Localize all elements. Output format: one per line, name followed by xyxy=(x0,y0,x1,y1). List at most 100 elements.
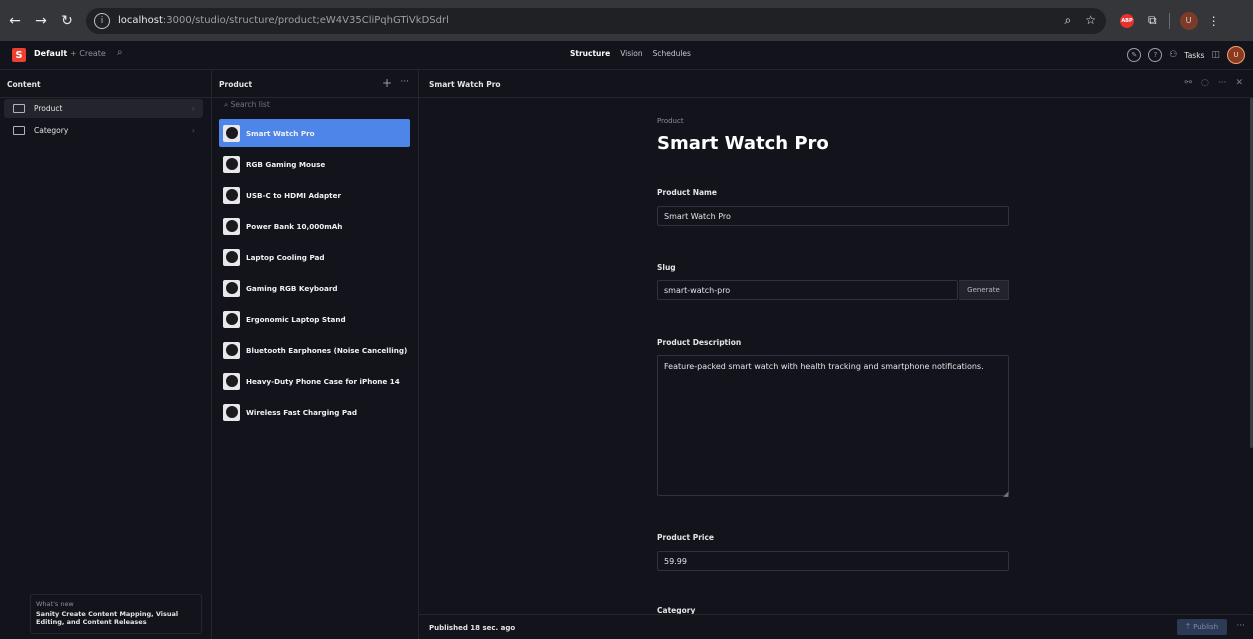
list-item[interactable]: Smart Watch Pro xyxy=(219,119,410,147)
product-thumbnail-image xyxy=(225,406,238,418)
chevron-right-icon: › xyxy=(191,126,195,135)
workspace-name[interactable]: Default xyxy=(34,49,67,58)
slug-label: Slug xyxy=(657,263,676,272)
content-pane-title: Content xyxy=(7,80,41,89)
list-item[interactable]: USB-C to HDMI Adapter xyxy=(219,181,410,209)
product-description-textarea[interactable]: Feature-packed smart watch with health t… xyxy=(657,355,1009,496)
tab-vision[interactable]: Vision xyxy=(620,49,642,58)
product-thumbnail xyxy=(223,186,240,204)
users-icon[interactable]: ⚇ xyxy=(1169,50,1177,60)
list-item-label: USB-C to HDMI Adapter xyxy=(246,190,341,200)
content-item-label: Category xyxy=(34,126,69,135)
list-item[interactable]: Laptop Cooling Pad xyxy=(219,243,410,271)
document-pane-header: Smart Watch Pro ⚯ ◌ ··· ✕ xyxy=(419,70,1253,98)
product-price-label: Product Price xyxy=(657,533,714,542)
document-pane: Smart Watch Pro ⚯ ◌ ··· ✕ Product Smart … xyxy=(419,70,1253,639)
url-path: :3000/studio/structure/product;eW4V35Cli… xyxy=(162,15,449,26)
product-thumbnail-image xyxy=(225,282,238,294)
document-menu-icon[interactable]: ··· xyxy=(1218,78,1227,88)
list-item-label: Bluetooth Earphones (Noise Cancelling) xyxy=(246,345,408,355)
product-thumbnail-image xyxy=(225,158,238,170)
content-item-category[interactable]: Category › xyxy=(4,121,203,140)
list-item-label: Power Bank 10,000mAh xyxy=(246,221,343,231)
list-item[interactable]: Bluetooth Earphones (Noise Cancelling) xyxy=(219,336,410,364)
product-price-input[interactable]: 59.99 xyxy=(657,551,1009,571)
list-item[interactable]: Heavy-Duty Phone Case for iPhone 14 xyxy=(219,367,410,395)
product-thumbnail xyxy=(223,279,240,297)
create-button[interactable]: + Create xyxy=(70,49,106,58)
user-avatar[interactable]: U xyxy=(1227,46,1245,64)
folder-icon xyxy=(13,104,25,113)
tasks-button[interactable]: Tasks xyxy=(1184,51,1204,60)
adblock-extension-icon[interactable]: ABP xyxy=(1120,13,1134,28)
product-list-pane: Product + ··· ⌕ Search list Smart Watch … xyxy=(212,70,419,639)
sanity-logo[interactable]: S xyxy=(12,48,26,62)
product-description-label: Product Description xyxy=(657,338,742,347)
browser-menu-icon[interactable]: ⋮ xyxy=(1208,14,1220,28)
product-thumbnail-image xyxy=(225,251,238,263)
search-list-placeholder: Search list xyxy=(230,100,270,109)
content-item-label: Product xyxy=(34,104,63,113)
document-header-title: Smart Watch Pro xyxy=(429,80,501,89)
publish-button[interactable]: ⍑ Publish xyxy=(1177,619,1227,635)
whats-new-card[interactable]: What's new Sanity Create Content Mapping… xyxy=(30,594,202,634)
product-name-input[interactable]: Smart Watch Pro xyxy=(657,206,1009,226)
list-item-label: Heavy-Duty Phone Case for iPhone 14 xyxy=(246,376,400,386)
browser-profile-avatar[interactable]: U xyxy=(1179,11,1198,30)
publish-status: Published 18 sec. ago xyxy=(429,624,516,632)
reload-icon[interactable]: ↻ xyxy=(56,10,78,32)
product-thumbnail xyxy=(223,372,240,390)
product-thumbnail xyxy=(223,341,240,359)
whats-new-text: Sanity Create Content Mapping, Visual Ed… xyxy=(36,610,179,626)
add-document-icon[interactable]: + xyxy=(382,76,392,90)
footer-menu-icon[interactable]: ··· xyxy=(1236,621,1245,631)
list-item-label: RGB Gaming Mouse xyxy=(246,159,326,169)
product-name-label: Product Name xyxy=(657,188,717,197)
publish-icon: ⍑ xyxy=(1185,622,1191,631)
close-icon[interactable]: ✕ xyxy=(1235,78,1243,88)
list-item-label: Ergonomic Laptop Stand xyxy=(246,314,346,324)
content-item-product[interactable]: Product › xyxy=(4,99,203,118)
list-item-label: Laptop Cooling Pad xyxy=(246,252,325,262)
toolbar-divider xyxy=(1168,12,1170,29)
search-list-input[interactable]: ⌕ Search list xyxy=(224,100,270,110)
site-info-icon[interactable]: i xyxy=(94,12,110,29)
browser-toolbar: ← → ↻ i localhost:3000/studio/structure/… xyxy=(0,0,1253,41)
generate-slug-button[interactable]: Generate xyxy=(959,280,1009,300)
forward-icon[interactable]: → xyxy=(30,10,52,32)
zoom-icon[interactable]: ⌕ xyxy=(1065,13,1072,28)
list-item-label: Smart Watch Pro xyxy=(246,128,315,138)
presence-icon[interactable]: ✎ xyxy=(1127,48,1142,62)
product-thumbnail-image xyxy=(225,344,238,356)
product-thumbnail xyxy=(223,403,240,421)
resize-handle-icon[interactable]: ◢ xyxy=(1003,490,1008,498)
tasks-panel-icon[interactable]: ◫ xyxy=(1211,50,1220,60)
publish-label: Publish xyxy=(1193,623,1219,631)
list-menu-icon[interactable]: ··· xyxy=(400,77,409,87)
extensions-puzzle-icon[interactable]: ⧉ xyxy=(1148,13,1157,28)
link-icon[interactable]: ⚯ xyxy=(1184,78,1192,88)
list-item[interactable]: Ergonomic Laptop Stand xyxy=(219,305,410,333)
list-item[interactable]: RGB Gaming Mouse xyxy=(219,150,410,178)
help-icon[interactable]: ? xyxy=(1148,48,1163,62)
product-thumbnail xyxy=(223,124,240,142)
address-bar[interactable]: i localhost:3000/studio/structure/produc… xyxy=(86,7,1106,34)
slug-input[interactable]: smart-watch-pro xyxy=(657,280,958,300)
tab-structure[interactable]: Structure xyxy=(570,49,610,58)
search-icon[interactable]: ⌕ xyxy=(117,47,123,58)
product-thumbnail xyxy=(223,248,240,266)
product-thumbnail xyxy=(223,217,240,235)
back-icon[interactable]: ← xyxy=(4,10,26,32)
tool-tabs: Structure Vision Schedules xyxy=(570,49,691,58)
url-host: localhost xyxy=(118,15,163,26)
list-item-label: Wireless Fast Charging Pad xyxy=(246,407,357,417)
chevron-right-icon: › xyxy=(191,104,195,113)
product-thumbnail-image xyxy=(225,220,238,232)
list-item[interactable]: Gaming RGB Keyboard xyxy=(219,274,410,302)
bookmark-star-icon[interactable]: ☆ xyxy=(1085,13,1096,28)
tab-schedules[interactable]: Schedules xyxy=(653,49,691,58)
document-heading: Smart Watch Pro xyxy=(657,133,829,154)
comment-icon[interactable]: ◌ xyxy=(1201,78,1209,88)
list-item[interactable]: Wireless Fast Charging Pad xyxy=(219,398,410,426)
list-item[interactable]: Power Bank 10,000mAh xyxy=(219,212,410,240)
